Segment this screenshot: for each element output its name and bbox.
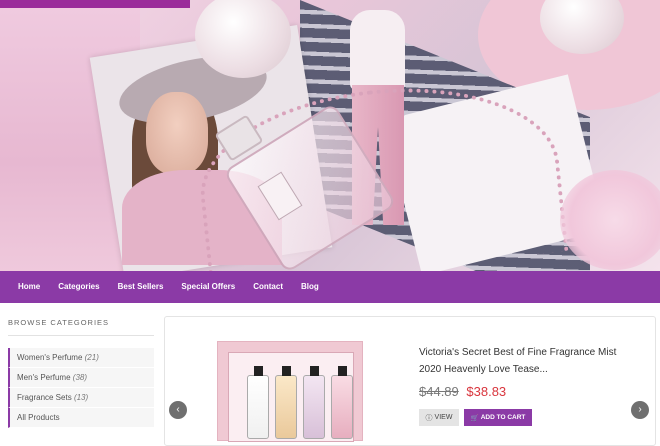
hero-banner <box>0 0 660 271</box>
sidebar-item-mens-perfume[interactable]: Men's Perfume (38) <box>8 368 154 388</box>
product-price: $44.89 $38.83 <box>419 384 506 399</box>
cart-icon: 🛒 <box>470 414 479 422</box>
product-image[interactable] <box>217 341 363 442</box>
chevron-left-icon[interactable]: ‹ <box>169 401 187 419</box>
old-price: $44.89 <box>419 384 459 399</box>
mist-bottle <box>303 366 325 439</box>
mist-bottle <box>331 366 353 439</box>
mist-bottle <box>247 366 269 439</box>
info-icon: ⓘ <box>425 414 433 422</box>
sidebar-item-fragrance-sets[interactable]: Fragrance Sets (13) <box>8 388 154 408</box>
view-button[interactable]: ⓘ VIEW <box>419 409 459 426</box>
category-list: Women's Perfume (21) Men's Perfume (38) … <box>8 348 154 428</box>
sidebar-item-label: All Products <box>17 413 60 422</box>
sidebar-item-label: Fragrance Sets <box>17 393 72 402</box>
nav-contact[interactable]: Contact <box>244 271 292 303</box>
hero-feather <box>560 170 660 270</box>
product-carousel: ‹ Victoria's Secret Best of Fine Fragran… <box>164 316 656 446</box>
sidebar-item-all-products[interactable]: All Products <box>8 408 154 428</box>
sidebar-item-count: (38) <box>72 373 88 382</box>
nav-special-offers[interactable]: Special Offers <box>172 271 244 303</box>
main-nav: Home Categories Best Sellers Special Off… <box>0 271 660 303</box>
nav-categories[interactable]: Categories <box>49 271 108 303</box>
add-to-cart-button[interactable]: 🛒 ADD TO CART <box>464 409 532 426</box>
nav-home[interactable]: Home <box>9 271 49 303</box>
sidebar-item-count: (13) <box>73 393 89 402</box>
sidebar-title: BROWSE CATEGORIES <box>8 318 154 336</box>
view-label: VIEW <box>434 414 453 421</box>
hero-figure-top <box>350 10 405 90</box>
sidebar-item-label: Women's Perfume <box>17 353 83 362</box>
add-to-cart-label: ADD TO CART <box>480 414 526 421</box>
sidebar-item-womens-perfume[interactable]: Women's Perfume (21) <box>8 348 154 368</box>
nav-blog[interactable]: Blog <box>292 271 328 303</box>
gift-box <box>228 352 354 442</box>
sidebar-item-count: (21) <box>84 353 99 362</box>
sidebar-item-label: Men's Perfume <box>17 373 71 382</box>
hero-model-face <box>146 92 208 174</box>
sale-price: $38.83 <box>466 384 507 399</box>
hero-top-strip <box>0 0 190 8</box>
product-title[interactable]: Victoria's Secret Best of Fine Fragrance… <box>419 344 639 378</box>
sidebar: BROWSE CATEGORIES Women's Perfume (21) M… <box>8 318 154 428</box>
mist-bottle <box>275 366 297 439</box>
nav-best-sellers[interactable]: Best Sellers <box>109 271 173 303</box>
chevron-right-icon[interactable]: › <box>631 401 649 419</box>
